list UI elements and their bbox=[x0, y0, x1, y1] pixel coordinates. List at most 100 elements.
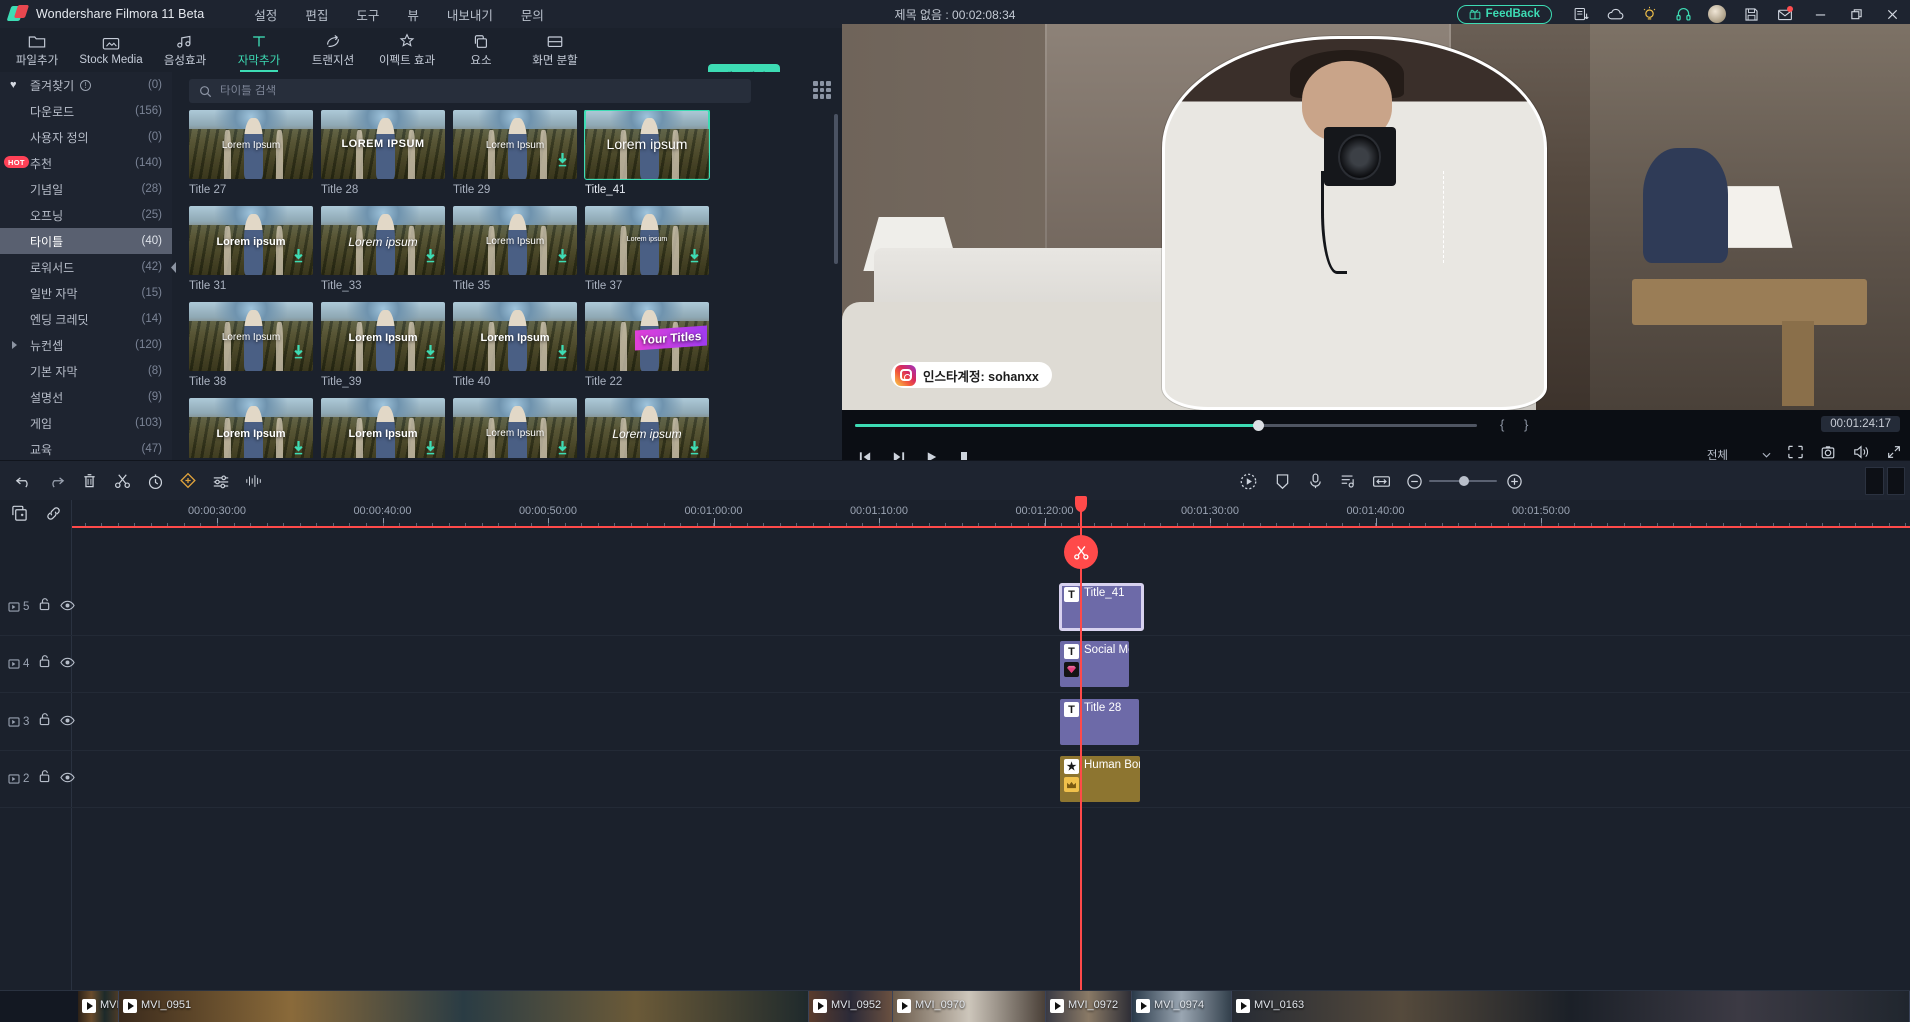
title-template-tile[interactable]: Lorem Ipsum Title 27 bbox=[189, 110, 313, 196]
filmstrip-clip[interactable]: MVI_0951 bbox=[119, 991, 809, 1022]
keyframe-diamond-icon[interactable] bbox=[176, 469, 200, 493]
seek-track[interactable] bbox=[855, 420, 1477, 431]
beat-detect-icon[interactable] bbox=[1336, 469, 1360, 493]
download-icon[interactable] bbox=[556, 248, 569, 269]
category-sidebar[interactable]: ♥ 즐겨찾기! (0) 다운로드 (156) 사용자 정의 (0) HOT 추천 (140) 기념일… bbox=[0, 72, 172, 460]
filmstrip-clip[interactable]: MVI_0163 bbox=[1232, 991, 1910, 1022]
sidebar-item-10[interactable]: 뉴컨셉 (120) bbox=[0, 332, 172, 358]
timeline-track[interactable]: 3 T Title 28 bbox=[0, 693, 1910, 751]
template-thumbnail[interactable]: Lorem Ipsum bbox=[189, 302, 313, 371]
menu-item-settings[interactable]: 설정 bbox=[250, 2, 281, 27]
sidebar-item-1[interactable]: 다운로드 (156) bbox=[0, 98, 172, 124]
toolbar-item-stock-media[interactable]: Stock Media bbox=[74, 28, 148, 72]
unlock-icon[interactable] bbox=[38, 712, 51, 731]
sidebar-item-0[interactable]: ♥ 즐겨찾기! (0) bbox=[0, 72, 172, 98]
template-thumbnail[interactable]: Your Titles bbox=[585, 302, 709, 371]
sidebar-item-4[interactable]: 기념일 (28) bbox=[0, 176, 172, 202]
title-template-tile[interactable]: LOREM IPSUM Title 28 bbox=[321, 110, 445, 196]
template-thumbnail[interactable]: Lorem ipsum bbox=[189, 206, 313, 275]
download-icon[interactable] bbox=[424, 440, 437, 458]
template-thumbnail[interactable]: Lorem Ipsum bbox=[321, 302, 445, 371]
fit-timeline-icon[interactable] bbox=[1369, 469, 1393, 493]
zoom-slider-knob[interactable] bbox=[1459, 476, 1469, 486]
track-header[interactable]: 5 bbox=[0, 578, 76, 636]
library-scrollbar[interactable] bbox=[834, 114, 838, 264]
zoom-in-icon[interactable] bbox=[1502, 469, 1526, 493]
redo-icon[interactable] bbox=[44, 469, 68, 493]
toolbar-item-effects[interactable]: 이펙트 효과 bbox=[370, 28, 444, 72]
info-icon[interactable]: ! bbox=[80, 79, 91, 91]
menu-item-edit[interactable]: 편집 bbox=[301, 2, 332, 27]
timeline-track[interactable]: 2 ★ Human Borde bbox=[0, 750, 1910, 808]
toolbar-item-transitions[interactable]: 트랜지션 bbox=[296, 28, 370, 72]
download-icon[interactable] bbox=[556, 152, 569, 173]
download-icon[interactable] bbox=[556, 344, 569, 365]
track-header[interactable]: 2 bbox=[0, 750, 76, 808]
duration-clock-icon[interactable] bbox=[143, 469, 167, 493]
title-template-tile[interactable]: Lorem ipsum bbox=[585, 398, 709, 458]
title-template-tile[interactable]: Lorem Ipsum Title_39 bbox=[321, 302, 445, 388]
toolbar-item-audio[interactable]: 음성효과 bbox=[148, 28, 222, 72]
playhead-handle[interactable] bbox=[1075, 496, 1087, 512]
timeline-clip[interactable]: ★ Human Borde bbox=[1060, 756, 1140, 802]
template-thumbnail[interactable]: Lorem ipsum bbox=[585, 398, 709, 458]
delete-icon[interactable] bbox=[77, 469, 101, 493]
split-scissors-icon[interactable] bbox=[110, 469, 134, 493]
download-icon[interactable] bbox=[424, 344, 437, 365]
download-icon[interactable] bbox=[556, 440, 569, 458]
title-template-tile[interactable]: Lorem ipsum Title_33 bbox=[321, 206, 445, 292]
filmstrip-clip[interactable]: MVI_0 bbox=[78, 991, 119, 1022]
instagram-overlay-badge[interactable]: 인스타계정: sohanxx bbox=[891, 362, 1052, 388]
download-icon[interactable] bbox=[292, 440, 305, 458]
title-template-tile[interactable]: Lorem Ipsum Title 35 bbox=[453, 206, 577, 292]
sidebar-item-5[interactable]: 오프닝 (25) bbox=[0, 202, 172, 228]
title-template-tile[interactable]: Lorem ipsum Title_41 bbox=[584, 110, 710, 196]
render-preview-icon[interactable] bbox=[1236, 469, 1260, 493]
title-template-tile[interactable]: Lorem Ipsum bbox=[321, 398, 445, 458]
template-thumbnail[interactable]: Lorem ipsum bbox=[584, 110, 710, 180]
title-template-tile[interactable]: Lorem Ipsum Title 40 bbox=[453, 302, 577, 388]
filmstrip-clip[interactable]: MVI_0974 bbox=[1132, 991, 1232, 1022]
link-icon[interactable] bbox=[45, 505, 62, 527]
template-thumbnail[interactable]: Lorem Ipsum bbox=[453, 398, 577, 458]
timeline-clip[interactable]: T Title_41 bbox=[1059, 583, 1144, 631]
toolbar-item-import[interactable]: 파일추가 bbox=[0, 28, 74, 72]
sidebar-item-9[interactable]: 엔딩 크레딧 (14) bbox=[0, 306, 172, 332]
bottom-filmstrip[interactable]: MVI_0 MVI_0951 MVI_0952 MVI_0970 MVI_0972 MVI… bbox=[0, 990, 1910, 1022]
unlock-icon[interactable] bbox=[38, 597, 51, 616]
track-header[interactable]: 4 bbox=[0, 635, 76, 693]
feedback-button[interactable]: FeedBack bbox=[1456, 4, 1552, 24]
search-box[interactable] bbox=[189, 79, 751, 103]
preview-video[interactable]: 인스타계정: sohanxx bbox=[842, 24, 1910, 410]
sidebar-item-13[interactable]: 게임 (103) bbox=[0, 410, 172, 436]
menu-item-contact[interactable]: 문의 bbox=[517, 2, 548, 27]
toolbar-item-elements[interactable]: 요소 bbox=[444, 28, 518, 72]
title-template-tile[interactable]: Lorem ipsum Title 37 bbox=[585, 206, 709, 292]
download-icon[interactable] bbox=[688, 248, 701, 269]
timeline-tracks[interactable]: 5 T Title_41 4 T Social Med 3 T Title 28 2 ★ Human … bbox=[0, 528, 1910, 990]
sidebar-item-11[interactable]: 기본 자막 (8) bbox=[0, 358, 172, 384]
sidebar-item-7[interactable]: 로워서드 (42) bbox=[0, 254, 172, 280]
filmstrip-clip[interactable]: MVI_0972 bbox=[1046, 991, 1132, 1022]
title-template-tile[interactable]: Lorem ipsum Title 31 bbox=[189, 206, 313, 292]
sidebar-item-14[interactable]: 교육 (47) bbox=[0, 436, 172, 460]
timeline-clip[interactable]: T Social Med bbox=[1060, 641, 1129, 687]
menu-item-view[interactable]: 뷰 bbox=[403, 2, 423, 27]
template-thumbnail[interactable]: Lorem Ipsum bbox=[453, 206, 577, 275]
template-thumbnail[interactable]: Lorem ipsum bbox=[321, 206, 445, 275]
template-thumbnail[interactable]: Lorem Ipsum bbox=[453, 302, 577, 371]
sidebar-item-12[interactable]: 설명선 (9) bbox=[0, 384, 172, 410]
search-input[interactable] bbox=[220, 85, 700, 97]
panel-collapse-handle[interactable] bbox=[169, 255, 178, 279]
track-header[interactable]: 3 bbox=[0, 693, 76, 751]
marker-icon[interactable] bbox=[1270, 469, 1294, 493]
zoom-out-icon[interactable] bbox=[1402, 469, 1426, 493]
title-template-tile[interactable]: Your Titles Title 22 bbox=[585, 302, 709, 388]
download-icon[interactable] bbox=[292, 344, 305, 365]
menu-item-export[interactable]: 내보내기 bbox=[443, 2, 497, 27]
toolbar-item-titles[interactable]: 자막추가 bbox=[222, 28, 296, 72]
download-icon[interactable] bbox=[424, 248, 437, 269]
undo-icon[interactable] bbox=[12, 469, 36, 493]
title-template-tile[interactable]: Lorem Ipsum Title 29 bbox=[453, 110, 577, 196]
preview-seek-bar[interactable]: { } 00:01:24:17 bbox=[842, 410, 1910, 440]
